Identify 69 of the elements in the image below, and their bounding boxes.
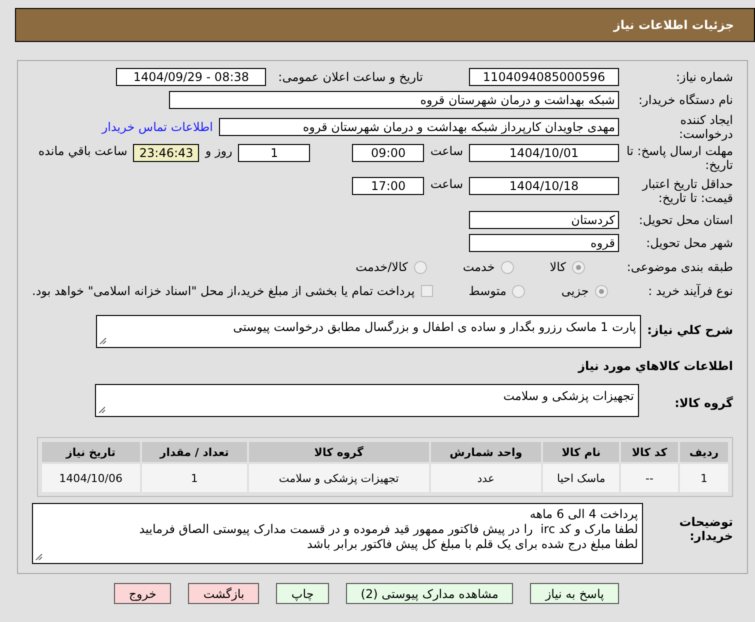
province-field[interactable]: کردستان [469,211,619,229]
time-field[interactable]: 17:00 [352,177,424,195]
resize-grip-icon[interactable] [98,406,106,414]
table-cell: 1 [142,464,248,492]
remaining-time-field[interactable]: 23:46:43 [133,144,200,162]
table-cell: 1404/10/06 [42,464,140,492]
action-button[interactable]: بازگشت [188,583,260,604]
column-header: تعداد / مقدار [142,442,248,462]
announce-date-field[interactable]: 1404/09/29 - 08:38 [116,68,266,86]
radio-label: جزیی [561,284,589,298]
field-label: شرح کلي نیاز: [647,323,733,337]
field-label: توضیحات خریدار: [678,515,733,543]
radio-label: کالا/خدمت [356,260,408,274]
contact-link[interactable]: اطلاعات تماس خریدار [102,120,213,134]
days-field[interactable]: 1 [238,144,310,162]
column-header: ردیف [680,442,728,462]
creator-field[interactable]: مهدی جاویدان کارپرداز شبکه بهداشت و درمان شهرستان قروه [219,118,619,136]
column-header: گروه کالا [249,442,428,462]
table-cell: تجهیزات پزشکی و سلامت [249,464,428,492]
field-label: مهلت ارسال پاسخ: تا تاریخ: [625,144,733,172]
field-label: ساعت [430,177,463,191]
field-label: تاریخ و ساعت اعلان عمومی: [278,70,423,84]
payment-note: پرداخت تمام یا بخشی از مبلغ خرید،از محل "اسناد خزانه اسلامی" خواهد بود. [32,284,415,298]
table-cell: 1 [680,464,728,492]
field-label: نام دستگاه خریدار: [638,93,733,107]
checkbox[interactable] [420,285,433,297]
radio-label: کالا [550,260,566,274]
goods-group-field[interactable]: تجهیزات پزشکی و سلامت [95,384,639,417]
section-heading: اطلاعات کالاهاي مورد نیاز [578,359,733,373]
table-cell: -- [621,464,678,492]
table-cell: ماسک احیا [543,464,620,492]
action-button[interactable]: مشاهده مدارک پیوستی (2) [346,583,514,604]
page-title: جزئیات اطلاعات نیاز [613,18,734,32]
description-field[interactable]: پارت 1 ماسک رزرو بگدار و ساده ی اطفال و بزرگسال مطابق درخواست پیوستی [96,315,642,348]
date-field[interactable]: 1404/10/01 [469,144,619,162]
field-label: نوع فرآیند خرید : [647,284,733,298]
date-field[interactable]: 1404/10/18 [469,177,619,195]
field-label: شهر محل تحویل: [645,236,733,250]
radio-button[interactable] [500,260,514,274]
field-label: ایجاد کننده درخواست: [678,113,733,141]
field-label: طبقه بندی موضوعی: [626,260,733,274]
radio-button[interactable] [512,284,526,298]
resize-grip-icon[interactable] [99,337,108,345]
need-number-field[interactable]: 1104094085000596 [469,68,619,86]
resize-grip-icon[interactable] [35,553,43,561]
field-label: استان محل تحویل: [638,213,733,227]
field-label: ساعت باقي مانده [38,144,128,158]
field-label: حداقل تاریخ اعتبار قیمت: تا تاریخ: [640,177,733,205]
field-label: شماره نیاز: [675,70,733,84]
time-field[interactable]: 09:00 [352,144,424,162]
buyer-field[interactable]: شبکه بهداشت و درمان شهرستان قروه [169,91,619,109]
radio-button[interactable] [572,260,585,274]
action-button[interactable]: خروج [114,583,172,604]
action-button[interactable]: پاسخ به نیاز [530,583,619,604]
city-field[interactable]: قروه [469,234,619,252]
radio-button[interactable] [414,260,427,274]
radio-button[interactable] [594,284,608,298]
field-label: ساعت [430,144,463,158]
column-header: تاریخ نیاز [42,442,140,462]
field-label: روز و [205,144,232,158]
column-header: نام کالا [543,442,620,462]
notes-field[interactable]: پرداخت 4 الی 6 ماهه لطفا مارک و کد irc را در پیش فاکتور ممهور قید فرموده و در قسمت مدارک پیوستی الصاق فرمایید لطفا مبلغ درج شده برای یک قلم با مبلغ کل پیش فاکتور برابر باشد [32,503,643,564]
column-header: واحد شمارش [430,442,542,462]
table-cell: عدد [430,464,542,492]
field-label: گروه کالا: [674,396,733,410]
column-header: کد کالا [621,442,678,462]
action-button[interactable]: چاپ [276,583,329,604]
radio-label: متوسط [468,284,506,298]
radio-label: خدمت [462,260,495,274]
